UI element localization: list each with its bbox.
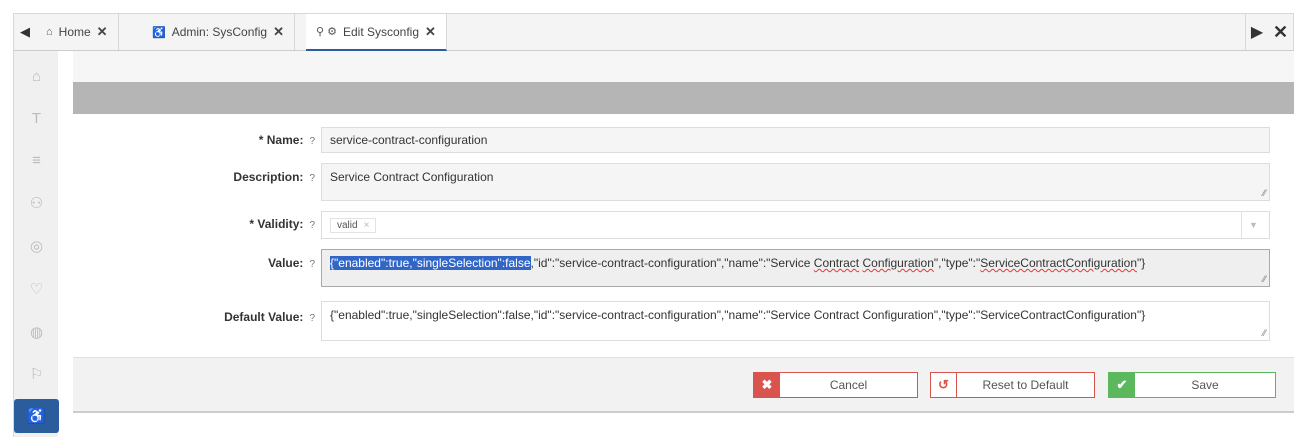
sidebar-globe-icon[interactable]: ◍ — [14, 317, 59, 347]
sidebar-bulb-icon[interactable]: ♡ — [14, 274, 59, 304]
validity-tag: valid × — [330, 217, 377, 233]
tab-admin-sysconfig[interactable]: ♿ Admin: SysConfig ✕ — [142, 14, 295, 50]
check-icon: ✔ — [1109, 373, 1135, 397]
default-value-text: {"enabled":true,"singleSelection":false,… — [330, 308, 1146, 322]
close-all-tabs-button[interactable]: ✕ — [1273, 22, 1288, 43]
default-value-label: Default Value: — [224, 310, 304, 324]
section-header-band — [73, 82, 1294, 114]
undo-icon: ↺ — [931, 373, 957, 397]
sidebar: ⌂ T ≡ ⚇ ◎ ♡ ◍ ⚐ ♿ — [13, 51, 59, 437]
sidebar-admin-icon[interactable]: ♿ — [14, 399, 59, 433]
default-value-label-row: Default Value:? — [73, 310, 315, 324]
name-label: * Name: — [258, 133, 304, 147]
pin-gear-icon: ⚲ ⚙ — [316, 26, 337, 38]
tab-edit-sysconfig-label: Edit Sysconfig — [342, 24, 420, 39]
close-icon[interactable]: ✕ — [425, 24, 436, 40]
reset-button-label: Reset to Default — [982, 378, 1069, 392]
value-selected-text: {"enabled":true,"singleSelection":false — [330, 256, 531, 270]
help-icon[interactable]: ? — [309, 136, 315, 147]
value-label: Value: — [268, 256, 304, 270]
save-button-label: Save — [1191, 378, 1219, 392]
sidebar-text-icon[interactable]: T — [14, 103, 59, 133]
value-text-part: ,"id":"service-contract-configuration","… — [530, 256, 814, 270]
help-icon[interactable]: ? — [309, 313, 315, 324]
remove-tag-icon[interactable]: × — [364, 220, 370, 231]
resize-handle-icon[interactable]: ⁄⁄ — [1263, 188, 1266, 198]
name-value: service-contract-configuration — [330, 133, 488, 147]
description-label-row: Description:? — [73, 170, 315, 184]
tab-admin-sysconfig-label: Admin: SysConfig — [171, 25, 268, 39]
resize-handle-icon[interactable]: ⁄⁄ — [1263, 274, 1266, 284]
sidebar-eye-icon[interactable]: ◎ — [14, 231, 59, 261]
sidebar-users-icon[interactable]: ⚇ — [14, 188, 59, 218]
validity-label-row: * Validity:? — [73, 217, 315, 231]
value-spell-word: ServiceContractConfiguration — [980, 256, 1138, 270]
cancel-button[interactable]: ✖ Cancel — [753, 372, 918, 398]
main-content: * Name:? service-contract-configuration … — [73, 51, 1294, 437]
sidebar-database-icon[interactable]: ≡ — [14, 145, 59, 175]
save-button[interactable]: ✔ Save — [1108, 372, 1276, 398]
validity-select[interactable]: valid × ▼ — [321, 211, 1270, 239]
value-spell-word: Configuration — [862, 256, 934, 270]
help-icon[interactable]: ? — [309, 173, 315, 184]
help-icon[interactable]: ? — [309, 220, 315, 231]
value-textarea[interactable]: {"enabled":true,"singleSelection":false,… — [321, 249, 1270, 287]
close-icon[interactable]: ✕ — [273, 24, 284, 40]
description-value: Service Contract Configuration — [330, 170, 494, 184]
reset-to-default-button[interactable]: ↺ Reset to Default — [930, 372, 1095, 398]
resize-handle-icon[interactable]: ⁄⁄ — [1263, 328, 1266, 338]
close-icon[interactable]: ✕ — [97, 24, 108, 40]
name-input[interactable]: service-contract-configuration — [321, 127, 1270, 153]
default-value-textarea[interactable]: {"enabled":true,"singleSelection":false,… — [321, 301, 1270, 341]
name-label-row: * Name:? — [73, 133, 315, 147]
value-spell-word: Contract — [813, 256, 860, 270]
home-icon: ⌂ — [46, 26, 53, 38]
tabs-scroll-right-button[interactable]: ▶ — [1251, 22, 1263, 42]
value-text-part: ","type":" — [933, 256, 981, 270]
tab-home-label: Home — [58, 25, 91, 39]
tab-edit-sysconfig[interactable]: ⚲ ⚙ Edit Sysconfig ✕ — [306, 14, 447, 51]
help-icon[interactable]: ? — [309, 259, 315, 270]
description-textarea[interactable]: Service Contract Configuration ⁄⁄ — [321, 163, 1270, 201]
close-icon: ✖ — [754, 373, 780, 397]
chevron-down-icon[interactable]: ▼ — [1241, 212, 1265, 238]
value-label-row: Value:? — [73, 256, 315, 270]
validity-label: * Validity: — [249, 217, 304, 231]
tab-home[interactable]: ⌂ Home ✕ — [36, 14, 119, 50]
sidebar-megaphone-icon[interactable]: ⚐ — [14, 359, 59, 389]
description-label: Description: — [233, 170, 304, 184]
tabs-scroll-left-button[interactable]: ◀ — [14, 14, 36, 50]
tab-bar-right-controls: ▶ ✕ — [1245, 14, 1293, 50]
sidebar-home-icon[interactable]: ⌂ — [14, 61, 59, 91]
admin-icon: ♿ — [152, 26, 166, 39]
validity-tag-label: valid — [337, 219, 358, 231]
top-strip — [73, 51, 1294, 82]
value-text-part: "} — [1137, 256, 1146, 270]
tab-bar: ◀ ⌂ Home ✕ ♿ Admin: SysConfig ✕ ⚲ ⚙ Edit… — [13, 13, 1294, 51]
cancel-button-label: Cancel — [829, 378, 868, 392]
